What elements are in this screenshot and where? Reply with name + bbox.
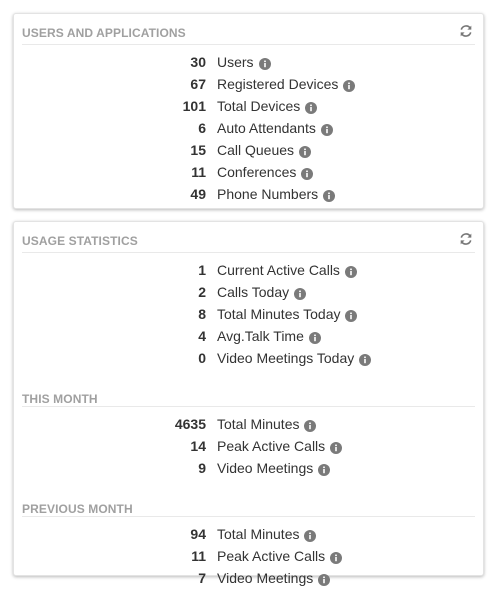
- stat-value: 30: [190, 54, 206, 70]
- info-icon[interactable]: [318, 573, 331, 586]
- info-icon[interactable]: [359, 353, 372, 366]
- stat-value: 4: [198, 328, 206, 344]
- stat-label: Total Minutes: [217, 416, 300, 432]
- refresh-icon[interactable]: [459, 24, 473, 38]
- previous-month-header: PREVIOUS MONTH: [22, 494, 475, 517]
- stat-row-users: 30 Users: [22, 51, 475, 73]
- usage-statistics-card: USAGE STATISTICS 1 Current Active Calls …: [13, 221, 484, 586]
- info-icon[interactable]: [304, 529, 317, 542]
- stat-value: 11: [191, 164, 206, 180]
- stat-label: Call Queues: [217, 142, 295, 158]
- card-title: USERS AND APPLICATIONS: [22, 26, 186, 40]
- stat-value: 7: [198, 570, 206, 586]
- stat-row-video-meetings: 9 Video Meetings: [22, 457, 475, 479]
- info-icon[interactable]: [318, 463, 331, 476]
- info-icon[interactable]: [305, 101, 318, 114]
- stat-value: 9: [198, 460, 206, 476]
- stat-label: Conferences: [217, 164, 297, 180]
- info-icon[interactable]: [308, 331, 321, 344]
- stat-label: Video Meetings Today: [217, 350, 355, 366]
- info-icon[interactable]: [258, 57, 271, 70]
- previous-month-stats-list: 94 Total Minutes 11 Peak Active Calls 7 …: [22, 517, 475, 589]
- stat-row-calls-today: 2 Calls Today: [22, 281, 475, 303]
- info-icon[interactable]: [294, 287, 307, 300]
- stat-value: 11: [191, 548, 206, 564]
- stat-label: Total Devices: [217, 98, 301, 114]
- card-header: USERS AND APPLICATIONS: [22, 14, 475, 45]
- stat-value: 6: [198, 120, 206, 136]
- today-stats-list: 1 Current Active Calls 2 Calls Today 8 T…: [22, 253, 475, 369]
- stat-value: 15: [190, 142, 206, 158]
- stat-row-avg-talk-time: 4 Avg.Talk Time: [22, 325, 475, 347]
- stat-row-conferences: 11 Conferences: [22, 161, 475, 183]
- stat-value: 67: [190, 76, 206, 92]
- stat-row-registered-devices: 67 Registered Devices: [22, 73, 475, 95]
- stat-label: Avg.Talk Time: [217, 328, 304, 344]
- users-and-applications-card: USERS AND APPLICATIONS 30 Users 67 Regis…: [13, 13, 484, 209]
- stat-value: 49: [190, 186, 206, 202]
- stat-value: 1: [198, 262, 206, 278]
- stat-row-call-queues: 15 Call Queues: [22, 139, 475, 161]
- stat-row-peak-active-calls: 14 Peak Active Calls: [22, 435, 475, 457]
- stat-row-total-devices: 101 Total Devices: [22, 95, 475, 117]
- stat-value: 14: [190, 438, 206, 454]
- stat-label: Current Active Calls: [217, 262, 340, 278]
- this-month-header: THIS MONTH: [22, 384, 475, 407]
- card-header: USAGE STATISTICS: [22, 222, 475, 253]
- stat-row-peak-active-calls: 11 Peak Active Calls: [22, 545, 475, 567]
- this-month-stats-list: 4635 Total Minutes 14 Peak Active Calls …: [22, 407, 475, 479]
- stat-label: Video Meetings: [217, 570, 314, 586]
- stat-label: Phone Numbers: [217, 186, 319, 202]
- refresh-icon[interactable]: [459, 232, 473, 246]
- stat-value: 4635: [174, 416, 206, 432]
- stat-value: 2: [198, 284, 206, 300]
- stat-label: Total Minutes: [217, 526, 300, 542]
- stat-row-total-minutes-today: 8 Total Minutes Today: [22, 303, 475, 325]
- info-icon[interactable]: [343, 79, 356, 92]
- stats-list: 30 Users 67 Registered Devices 101 Total…: [22, 45, 475, 205]
- stat-row-total-minutes: 94 Total Minutes: [22, 523, 475, 545]
- stat-value: 0: [198, 350, 206, 366]
- stat-value: 8: [198, 306, 206, 322]
- stat-row-video-meetings: 7 Video Meetings: [22, 567, 475, 589]
- info-icon[interactable]: [301, 167, 314, 180]
- section-title: PREVIOUS MONTH: [22, 502, 133, 516]
- stat-label: Peak Active Calls: [217, 548, 326, 564]
- card-title: USAGE STATISTICS: [22, 234, 138, 248]
- info-icon[interactable]: [345, 309, 358, 322]
- stat-label: Registered Devices: [217, 76, 339, 92]
- stat-value: 94: [190, 526, 206, 542]
- info-icon[interactable]: [323, 189, 336, 202]
- info-icon[interactable]: [330, 551, 343, 564]
- stat-label: Calls Today: [217, 284, 290, 300]
- stat-row-current-active-calls: 1 Current Active Calls: [22, 259, 475, 281]
- section-title: THIS MONTH: [22, 392, 98, 406]
- info-icon[interactable]: [304, 419, 317, 432]
- stat-label: Video Meetings: [217, 460, 314, 476]
- stat-row-total-minutes: 4635 Total Minutes: [22, 413, 475, 435]
- stat-row-auto-attendants: 6 Auto Attendants: [22, 117, 475, 139]
- stat-row-phone-numbers: 49 Phone Numbers: [22, 183, 475, 205]
- stat-label: Total Minutes Today: [217, 306, 341, 322]
- stat-label: Users: [217, 54, 254, 70]
- info-icon[interactable]: [320, 123, 333, 136]
- stat-value: 101: [182, 98, 206, 114]
- stat-row-video-meetings-today: 0 Video Meetings Today: [22, 347, 475, 369]
- info-icon[interactable]: [299, 145, 312, 158]
- stat-label: Auto Attendants: [217, 120, 316, 136]
- stat-label: Peak Active Calls: [217, 438, 326, 454]
- info-icon[interactable]: [344, 265, 357, 278]
- info-icon[interactable]: [330, 441, 343, 454]
